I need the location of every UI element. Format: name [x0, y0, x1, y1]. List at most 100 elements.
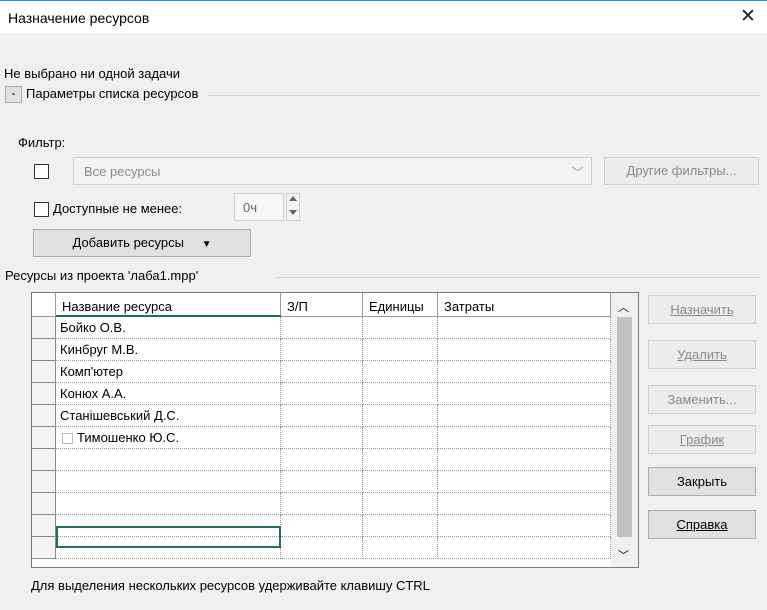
resource-name-cell[interactable] — [56, 449, 281, 471]
row-selector[interactable] — [32, 427, 56, 449]
table-cell[interactable] — [363, 427, 438, 449]
section-toggle-button[interactable]: - — [5, 86, 22, 103]
replace-button[interactable]: Заменить... — [648, 385, 756, 414]
table-cell[interactable] — [281, 471, 363, 493]
column-header-units[interactable]: Единицы — [363, 293, 438, 317]
table-cell[interactable] — [438, 383, 611, 405]
section-divider — [208, 95, 760, 96]
resources-group-label: Ресурсы из проекта 'лаба1.mpp' — [5, 268, 199, 283]
column-header-cost[interactable]: Затраты — [438, 293, 611, 317]
multi-select-hint: Для выделения нескольких ресурсов удержи… — [31, 578, 430, 593]
table-cell[interactable] — [281, 339, 363, 361]
available-label: Доступные не менее: — [53, 201, 183, 216]
table-cell[interactable] — [363, 537, 438, 559]
row-selector[interactable] — [32, 493, 56, 515]
row-selector[interactable] — [32, 537, 56, 559]
resource-name-cell[interactable]: Конюх А.А. — [56, 383, 281, 405]
resources-divider — [276, 277, 760, 278]
resource-name: Станішевський Д.С. — [60, 408, 180, 423]
available-input[interactable]: 0ч — [234, 193, 284, 221]
table-cell[interactable] — [438, 427, 611, 449]
vertical-scrollbar[interactable]: ︿ ﹀ — [611, 293, 638, 567]
table-cell[interactable] — [438, 449, 611, 471]
table-cell[interactable] — [281, 427, 363, 449]
row-selector[interactable] — [32, 339, 56, 361]
table-cell[interactable] — [438, 361, 611, 383]
filter-checkbox[interactable] — [34, 164, 49, 179]
table-cell[interactable] — [438, 339, 611, 361]
table-cell[interactable] — [438, 317, 611, 339]
table-cell[interactable] — [363, 361, 438, 383]
header-corner — [32, 293, 56, 317]
row-selector[interactable] — [32, 449, 56, 471]
column-header-name[interactable]: Название ресурса — [56, 293, 281, 317]
close-label: Закрыть — [676, 474, 728, 489]
add-resources-button[interactable]: Добавить ресурсы ▼ — [33, 229, 251, 257]
resource-name-cell[interactable] — [56, 471, 281, 493]
table-cell[interactable] — [363, 515, 438, 537]
dropdown-arrow-icon: ▼ — [201, 239, 212, 250]
no-task-selected-text: Не выбрано ни одной задачи — [4, 66, 181, 81]
row-selector[interactable] — [32, 405, 56, 427]
scrollbar-thumb[interactable] — [617, 317, 632, 537]
resource-name-cell[interactable] — [56, 493, 281, 515]
resource-name: Бойко О.В. — [60, 320, 126, 335]
remove-button[interactable]: Удалить — [648, 340, 756, 369]
table-cell[interactable] — [438, 515, 611, 537]
column-header-rate[interactable]: З/П — [281, 293, 363, 317]
available-input-value: 0ч — [243, 200, 258, 215]
table-cell[interactable] — [438, 537, 611, 559]
filter-select[interactable]: Все ресурсы ﹀ — [73, 157, 592, 185]
table-cell[interactable] — [281, 449, 363, 471]
add-resources-label: Добавить ресурсы — [72, 235, 184, 250]
scroll-down-icon[interactable]: ﹀ — [618, 547, 629, 563]
table-cell[interactable] — [363, 449, 438, 471]
close-icon[interactable]: ✕ — [729, 1, 767, 33]
active-cell[interactable] — [56, 526, 281, 548]
help-label: Справка — [676, 517, 728, 532]
available-checkbox[interactable] — [34, 202, 49, 217]
table-cell[interactable] — [281, 537, 363, 559]
section-title: Параметры списка ресурсов — [26, 86, 199, 101]
graph-label: График — [679, 432, 725, 447]
spin-up-icon[interactable] — [289, 196, 297, 201]
scroll-up-icon[interactable]: ︿ — [618, 299, 629, 315]
row-selector[interactable] — [32, 361, 56, 383]
row-selector[interactable] — [32, 317, 56, 339]
row-selector[interactable] — [32, 471, 56, 493]
resource-name-cell[interactable]: Комп'ютер — [56, 361, 281, 383]
table-cell[interactable] — [281, 405, 363, 427]
resources-table[interactable]: Название ресурса З/П Единицы Затраты Бой… — [31, 292, 639, 568]
table-cell[interactable] — [438, 471, 611, 493]
table-cell[interactable] — [281, 317, 363, 339]
row-selector[interactable] — [32, 383, 56, 405]
other-filters-button[interactable]: Другие фильтры... — [604, 157, 759, 185]
table-cell[interactable] — [281, 493, 363, 515]
table-cell[interactable] — [363, 493, 438, 515]
spin-down-icon[interactable] — [289, 210, 297, 215]
table-cell[interactable] — [363, 405, 438, 427]
table-cell[interactable] — [281, 383, 363, 405]
table-cell[interactable] — [281, 515, 363, 537]
table-cell[interactable] — [438, 493, 611, 515]
collapse-icon: - — [11, 86, 16, 100]
resource-name: Кинбруг М.В. — [60, 342, 139, 357]
filter-select-value: Все ресурсы — [84, 164, 161, 179]
help-button[interactable]: Справка — [648, 510, 756, 539]
table-cell[interactable] — [363, 471, 438, 493]
graph-button[interactable]: График — [648, 425, 756, 454]
table-cell[interactable] — [438, 405, 611, 427]
row-selector[interactable] — [32, 515, 56, 537]
close-button[interactable]: Закрыть — [648, 467, 756, 496]
assign-button[interactable]: Назначить — [648, 295, 756, 324]
resource-name-cell[interactable]: Станішевський Д.С. — [56, 405, 281, 427]
resource-name-cell[interactable]: Бойко О.В. — [56, 317, 281, 339]
table-cell[interactable] — [363, 339, 438, 361]
table-cell[interactable] — [363, 317, 438, 339]
table-cell[interactable] — [363, 383, 438, 405]
resource-name-cell[interactable]: Кинбруг М.В. — [56, 339, 281, 361]
table-cell[interactable] — [281, 361, 363, 383]
filter-label: Фильтр: — [18, 135, 66, 150]
resource-name-cell[interactable]: Тимошенко Ю.С. — [56, 427, 281, 449]
available-spinner[interactable] — [286, 193, 300, 221]
